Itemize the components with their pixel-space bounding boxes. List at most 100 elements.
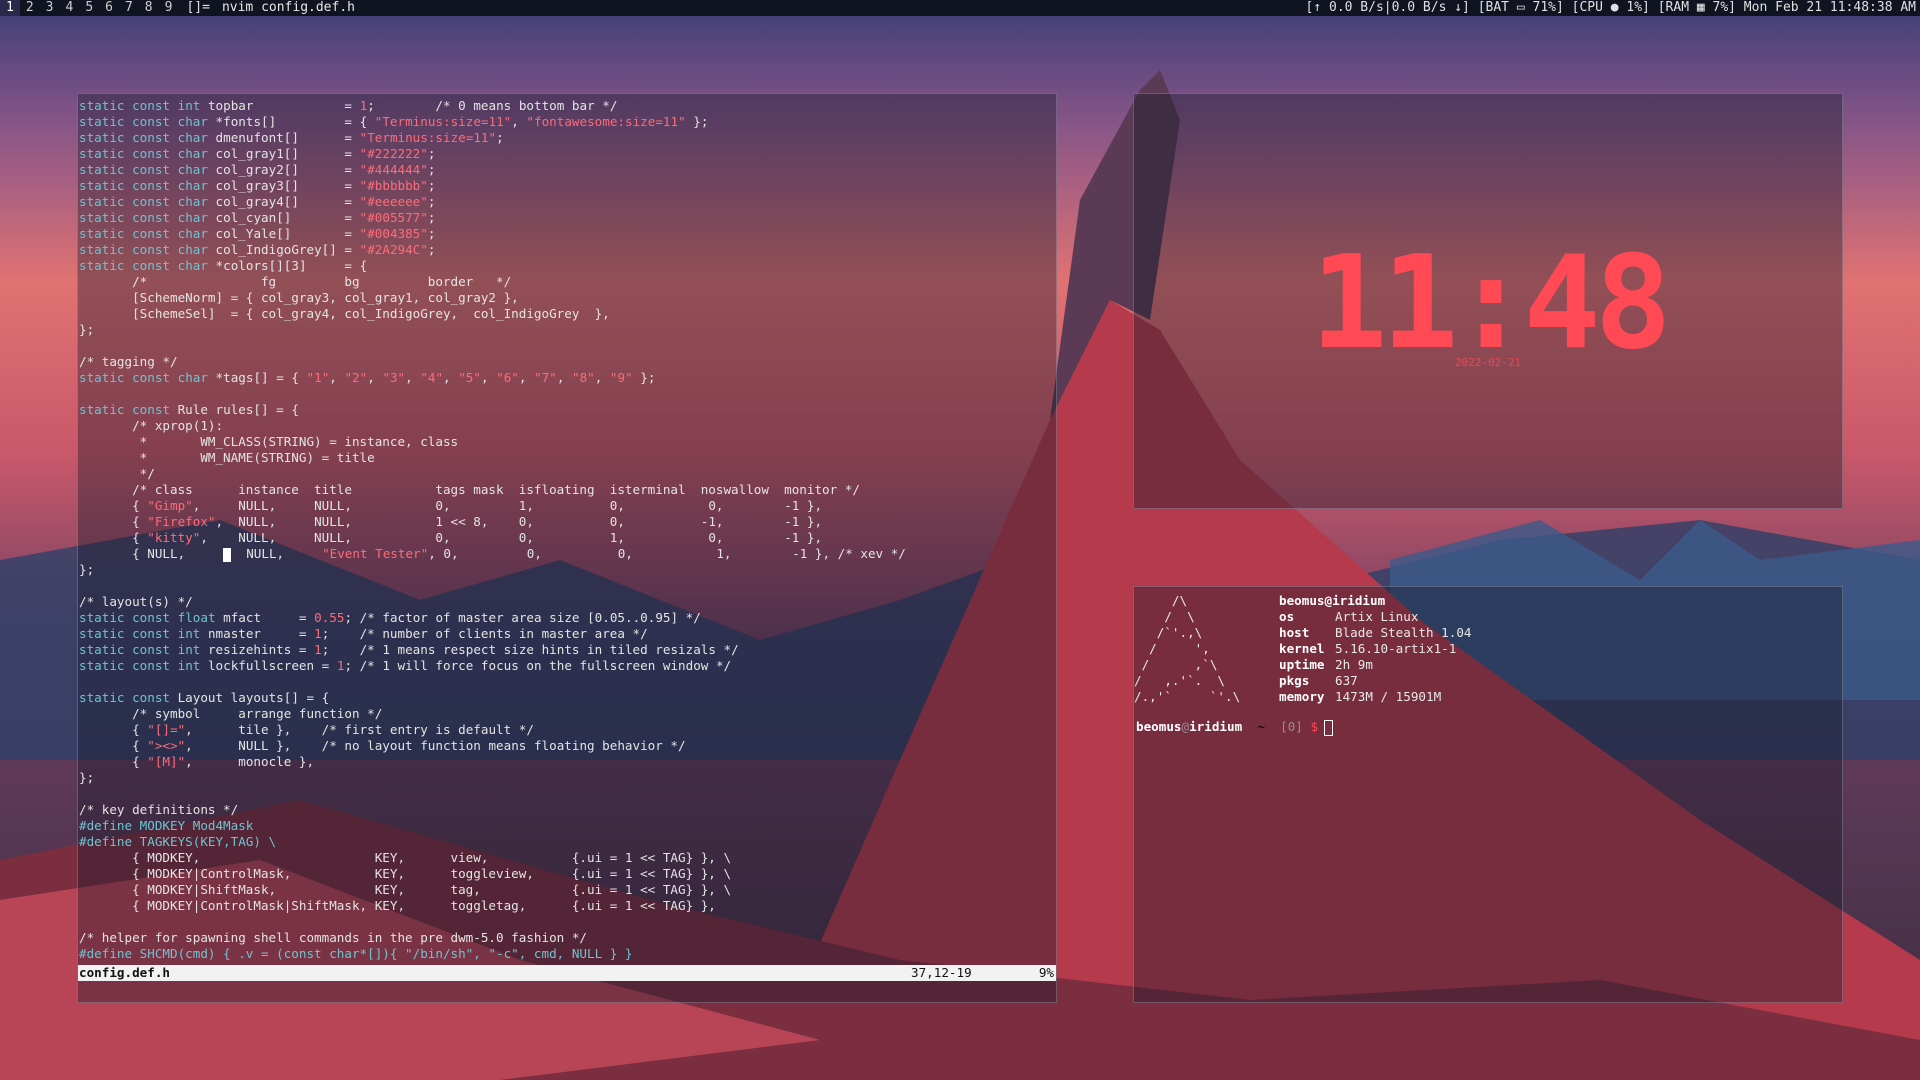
code-line: static const char col_gray2[] = "#444444… [79, 162, 436, 177]
code-line: { "[M]", monocle }, [79, 754, 315, 769]
code-line: [SchemeSel] = { col_gray4, col_IndigoGre… [79, 306, 610, 321]
tag-4[interactable]: 4 [59, 0, 79, 16]
code-line: static const char *fonts[] = { "Terminus… [79, 114, 709, 129]
code-line: { MODKEY|ControlMask|ShiftMask, KEY, tog… [79, 898, 716, 913]
code-line: #define MODKEY Mod4Mask [79, 818, 254, 833]
code-line: [SchemeNorm] = { col_gray3, col_gray1, c… [79, 290, 519, 305]
fetch-key-os: os [1279, 609, 1295, 624]
code-line: /* helper for spawning shell commands in… [79, 930, 587, 945]
clock-window[interactable]: 11:48 2022-02-21 [1133, 93, 1843, 509]
code-line: /* symbol arrange function */ [79, 706, 383, 721]
fetch-value-host: Blade Stealth 1.04 [1335, 625, 1472, 640]
distro-logo-art: /\ / \ /`'.,\ / ', / ,`\ / ,.'`. \ /.,'`… [1134, 593, 1241, 704]
code-line: { MODKEY, KEY, view, {.ui = 1 << TAG} },… [79, 850, 732, 865]
code-line: */ [79, 466, 155, 481]
code-line: }; [79, 562, 95, 577]
code-line: /* xprop(1): [79, 418, 224, 433]
fetch-value-memory: 1473M / 15901M [1335, 689, 1442, 704]
code-line: { "><>", NULL }, /* no layout function m… [79, 738, 686, 753]
code-line: static const char col_gray4[] = "#eeeeee… [79, 194, 436, 209]
code-line: static const char col_IndigoGrey[] = "#2… [79, 242, 436, 257]
code-line: /* key definitions */ [79, 802, 239, 817]
tag-3[interactable]: 3 [40, 0, 60, 16]
code-line: { NULL, NULL, "Event Tester", 0, 0, 0, 1… [79, 546, 906, 562]
fetch-value-uptime: 2h 9m [1335, 657, 1373, 672]
code-line: { MODKEY|ShiftMask, KEY, tag, {.ui = 1 <… [79, 882, 732, 897]
clock-date: 2022-02-21 [1454, 356, 1522, 369]
code-line: static const Layout layouts[] = { [79, 690, 330, 705]
code-line: }; [79, 322, 95, 337]
tag-7[interactable]: 7 [119, 0, 139, 16]
code-line: static const char col_gray1[] = "#222222… [79, 146, 436, 161]
code-line: static const float mfact = 0.55; /* fact… [79, 610, 701, 625]
fetch-key-kernel: kernel [1279, 641, 1325, 656]
code-line: * WM_NAME(STRING) = title [79, 450, 375, 465]
tag-9[interactable]: 9 [159, 0, 179, 16]
tag-2[interactable]: 2 [20, 0, 40, 16]
prompt-at: @ [1181, 719, 1190, 734]
code-line: static const int topbar = 1; /* 0 means … [79, 98, 618, 113]
code-line: * WM_CLASS(STRING) = instance, class [79, 434, 459, 449]
code-line: static const Rule rules[] = { [79, 402, 299, 417]
code-line: static const int nmaster = 1; /* number … [79, 626, 648, 641]
code-line: static const char col_cyan[] = "#005577"… [79, 210, 436, 225]
fetch-key-pkgs: pkgs [1279, 673, 1310, 688]
fetch-value-os: Artix Linux [1335, 609, 1419, 624]
system-status: [↑ 0.0 B/s|0.0 B/s ↓] [BAT ▭ 71%] [CPU ●… [1305, 0, 1916, 15]
statusline-position: 37,12-19 [911, 965, 972, 980]
code-line: { "Firefox", NULL, NULL, 1 << 8, 0, 0, -… [79, 514, 823, 529]
code-line: { "kitty", NULL, NULL, 0, 0, 1, 0, -1 }, [79, 530, 823, 545]
tag-8[interactable]: 8 [139, 0, 159, 16]
tag-5[interactable]: 5 [79, 0, 99, 16]
fetch-key-host: host [1279, 625, 1310, 640]
window-title: nvim config.def.h [221, 0, 355, 15]
prompt-dir: ~ [1257, 719, 1265, 734]
code-line: static const char dmenufont[] = "Terminu… [79, 130, 504, 145]
fetch-value-pkgs: 637 [1335, 673, 1358, 688]
code-buffer[interactable]: static const int topbar = 1; /* 0 means … [78, 98, 1056, 962]
code-line: #define SHCMD(cmd) { .v = (const char*[]… [79, 946, 633, 961]
code-line: #define TAGKEYS(KEY,TAG) \ [79, 834, 277, 849]
statusline-filename: config.def.h [79, 965, 170, 980]
code-line: /* layout(s) */ [79, 594, 193, 609]
code-line: /* class instance title tags mask isfloa… [79, 482, 860, 497]
code-line: /* fg bg border */ [79, 274, 512, 289]
code-line: static const char *tags[] = { "1", "2", … [79, 370, 656, 385]
terminal-cursor [1324, 719, 1334, 736]
fetch-key-memory: memory [1279, 689, 1325, 704]
code-line: static const int lockfullscreen = 1; /* … [79, 658, 732, 673]
status-bar: 1 2 3 4 5 6 7 8 9 []= nvim config.def.h … [0, 0, 1920, 16]
code-line: { "[]=", tile }, /* first entry is defau… [79, 722, 534, 737]
shell-prompt[interactable]: beomus@iridium ~ [0] $ [1136, 719, 1334, 736]
editor-cursor [223, 547, 232, 562]
fetch-key-uptime: uptime [1279, 657, 1325, 672]
code-line: { MODKEY|ControlMask, KEY, toggleview, {… [79, 866, 732, 881]
fetch-info: beomus@iridium os Artix Linux host Blade S… [1279, 593, 1471, 705]
code-line: static const char col_gray3[] = "#bbbbbb… [79, 178, 436, 193]
prompt-user: beomus [1136, 719, 1182, 734]
editor-window[interactable]: static const int topbar = 1; /* 0 means … [77, 93, 1057, 1003]
prompt-symbol: $ [1310, 719, 1319, 734]
code-line: /* tagging */ [79, 354, 178, 369]
prompt-jobs: [0] [1280, 719, 1303, 734]
tag-6[interactable]: 6 [99, 0, 119, 16]
tag-1[interactable]: 1 [0, 0, 20, 16]
code-line: static const char *colors[][3] = { [79, 258, 368, 273]
code-line: { "Gimp", NULL, NULL, 0, 1, 0, 0, -1 }, [79, 498, 823, 513]
prompt-host: iridium [1189, 719, 1243, 734]
code-line: static const int resizehints = 1; /* 1 m… [79, 642, 739, 657]
code-line: }; [79, 770, 95, 785]
terminal-window[interactable]: /\ / \ /`'.,\ / ', / ,`\ / ,.'`. \ /.,'`… [1133, 586, 1843, 1003]
clock-time: 11:48 [1310, 229, 1671, 378]
layout-indicator[interactable]: []= [178, 0, 217, 16]
fetch-user-host: beomus@iridium [1279, 593, 1386, 608]
statusline-percent: 9% [1038, 965, 1054, 980]
code-line: static const char col_Yale[] = "#004385"… [79, 226, 436, 241]
fetch-value-kernel: 5.16.10-artix1-1 [1335, 641, 1457, 656]
